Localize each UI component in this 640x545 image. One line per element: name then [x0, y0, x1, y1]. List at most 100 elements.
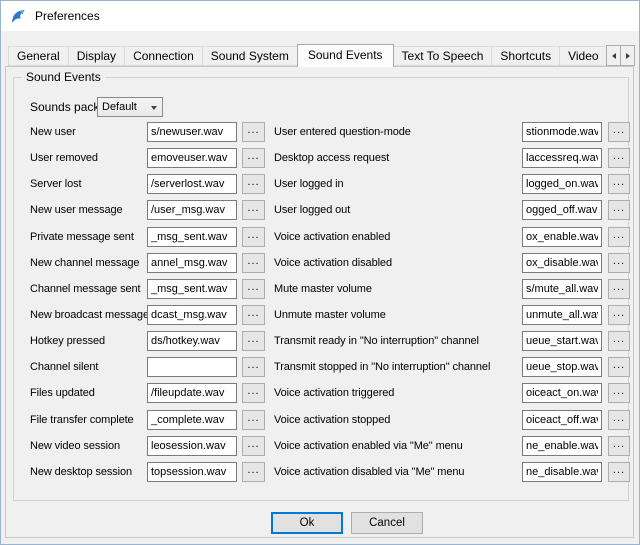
browse-button[interactable]: ... — [608, 436, 630, 456]
tab-pane: Sound Events Sounds pack Default New use… — [5, 66, 634, 538]
browse-button[interactable]: ... — [242, 122, 265, 142]
browse-button[interactable]: ... — [608, 331, 630, 351]
event-label: Voice activation enabled via "Me" menu — [274, 440, 463, 452]
preferences-window: Preferences GeneralDisplayConnectionSoun… — [0, 0, 640, 545]
browse-button[interactable]: ... — [242, 200, 265, 220]
sound-file-input[interactable] — [522, 148, 602, 168]
browse-button[interactable]: ... — [242, 279, 265, 299]
browse-button[interactable]: ... — [242, 383, 265, 403]
sound-file-input[interactable] — [147, 331, 237, 351]
tab-connection[interactable]: Connection — [124, 46, 203, 66]
tab-sound-events[interactable]: Sound Events — [297, 44, 394, 67]
sound-file-input[interactable] — [147, 148, 237, 168]
sound-file-input[interactable] — [147, 227, 237, 247]
sound-file-input[interactable] — [522, 383, 602, 403]
ok-button[interactable]: Ok — [271, 512, 343, 534]
sound-event-row: New video session ... — [30, 433, 266, 459]
event-label: Channel silent — [30, 361, 98, 373]
tab-scroll-right-button[interactable] — [620, 45, 635, 66]
sound-file-input[interactable] — [147, 279, 237, 299]
sound-file-input[interactable] — [147, 410, 237, 430]
sound-file-input[interactable] — [147, 357, 237, 377]
sound-file-input[interactable] — [147, 122, 237, 142]
sounds-pack-label: Sounds pack — [30, 100, 99, 114]
sound-file-input[interactable] — [522, 253, 602, 273]
tab-bar: GeneralDisplayConnectionSound SystemSoun… — [8, 45, 607, 66]
tab-shortcuts[interactable]: Shortcuts — [491, 46, 560, 66]
sound-file-input[interactable] — [147, 174, 237, 194]
browse-button[interactable]: ... — [608, 174, 630, 194]
event-label: New channel message — [30, 257, 139, 269]
arrow-left-icon — [612, 53, 616, 59]
browse-button[interactable]: ... — [242, 462, 265, 482]
sound-event-row: New desktop session ... — [30, 459, 266, 485]
sound-event-row: Transmit stopped in "No interruption" ch… — [274, 354, 634, 380]
sound-event-row: Voice activation disabled ... — [274, 250, 634, 276]
sound-file-input[interactable] — [522, 357, 602, 377]
browse-button[interactable]: ... — [242, 331, 265, 351]
sound-event-row: Channel message sent ... — [30, 276, 266, 302]
sound-event-row: New broadcast message ... — [30, 302, 266, 328]
sound-event-row: Voice activation enabled via "Me" menu .… — [274, 433, 634, 459]
tab-scroll-left-button[interactable] — [606, 45, 621, 66]
sound-file-input[interactable] — [522, 436, 602, 456]
browse-button[interactable]: ... — [608, 357, 630, 377]
tab-scroll-control — [607, 45, 635, 66]
browse-button[interactable]: ... — [608, 462, 630, 482]
browse-button[interactable]: ... — [608, 200, 630, 220]
sound-file-input[interactable] — [522, 227, 602, 247]
browse-button[interactable]: ... — [242, 436, 265, 456]
chevron-down-icon — [151, 106, 157, 110]
browse-button[interactable]: ... — [608, 122, 630, 142]
sound-file-input[interactable] — [147, 200, 237, 220]
browse-button[interactable]: ... — [242, 305, 265, 325]
browse-button[interactable]: ... — [608, 305, 630, 325]
event-label: New user message — [30, 204, 123, 216]
browse-button[interactable]: ... — [242, 174, 265, 194]
sound-file-input[interactable] — [147, 436, 237, 456]
browse-button[interactable]: ... — [608, 253, 630, 273]
browse-button[interactable]: ... — [242, 253, 265, 273]
browse-button[interactable]: ... — [608, 383, 630, 403]
sound-event-row: Voice activation triggered ... — [274, 380, 634, 406]
sound-file-input[interactable] — [522, 122, 602, 142]
cancel-button[interactable]: Cancel — [351, 512, 423, 534]
event-label: Voice activation disabled via "Me" menu — [274, 466, 464, 478]
sound-file-input[interactable] — [522, 174, 602, 194]
browse-button[interactable]: ... — [242, 410, 265, 430]
sound-event-row: Hotkey pressed ... — [30, 328, 266, 354]
sound-file-input[interactable] — [522, 410, 602, 430]
sound-file-input[interactable] — [522, 462, 602, 482]
tab-text-to-speech[interactable]: Text To Speech — [393, 46, 493, 66]
arrow-right-icon — [626, 53, 630, 59]
event-label: File transfer complete — [30, 414, 134, 426]
sound-file-input[interactable] — [522, 279, 602, 299]
app-icon — [10, 8, 27, 25]
sound-event-row: Voice activation stopped ... — [274, 407, 634, 433]
sound-file-input[interactable] — [147, 462, 237, 482]
browse-button[interactable]: ... — [608, 227, 630, 247]
tab-sound-system[interactable]: Sound System — [202, 46, 298, 66]
sound-file-input[interactable] — [522, 200, 602, 220]
sound-file-input[interactable] — [522, 331, 602, 351]
tab-general[interactable]: General — [8, 46, 69, 66]
tab-display[interactable]: Display — [68, 46, 125, 66]
sounds-pack-combobox[interactable]: Default — [97, 97, 163, 117]
browse-button[interactable]: ... — [242, 227, 265, 247]
browse-button[interactable]: ... — [608, 148, 630, 168]
sound-event-row: User logged in ... — [274, 171, 634, 197]
browse-button[interactable]: ... — [608, 410, 630, 430]
browse-button[interactable]: ... — [242, 357, 265, 377]
sound-file-input[interactable] — [147, 253, 237, 273]
sound-event-row: File transfer complete ... — [30, 407, 266, 433]
tab-video[interactable]: Video — [559, 46, 607, 66]
event-label: User logged in — [274, 178, 344, 190]
sound-file-input[interactable] — [147, 383, 237, 403]
event-label: Hotkey pressed — [30, 335, 105, 347]
browse-button[interactable]: ... — [242, 148, 265, 168]
events-column-right: User entered question-mode ... Desktop a… — [274, 119, 634, 485]
sound-file-input[interactable] — [522, 305, 602, 325]
event-label: Voice activation stopped — [274, 414, 390, 426]
browse-button[interactable]: ... — [608, 279, 630, 299]
sound-file-input[interactable] — [147, 305, 237, 325]
